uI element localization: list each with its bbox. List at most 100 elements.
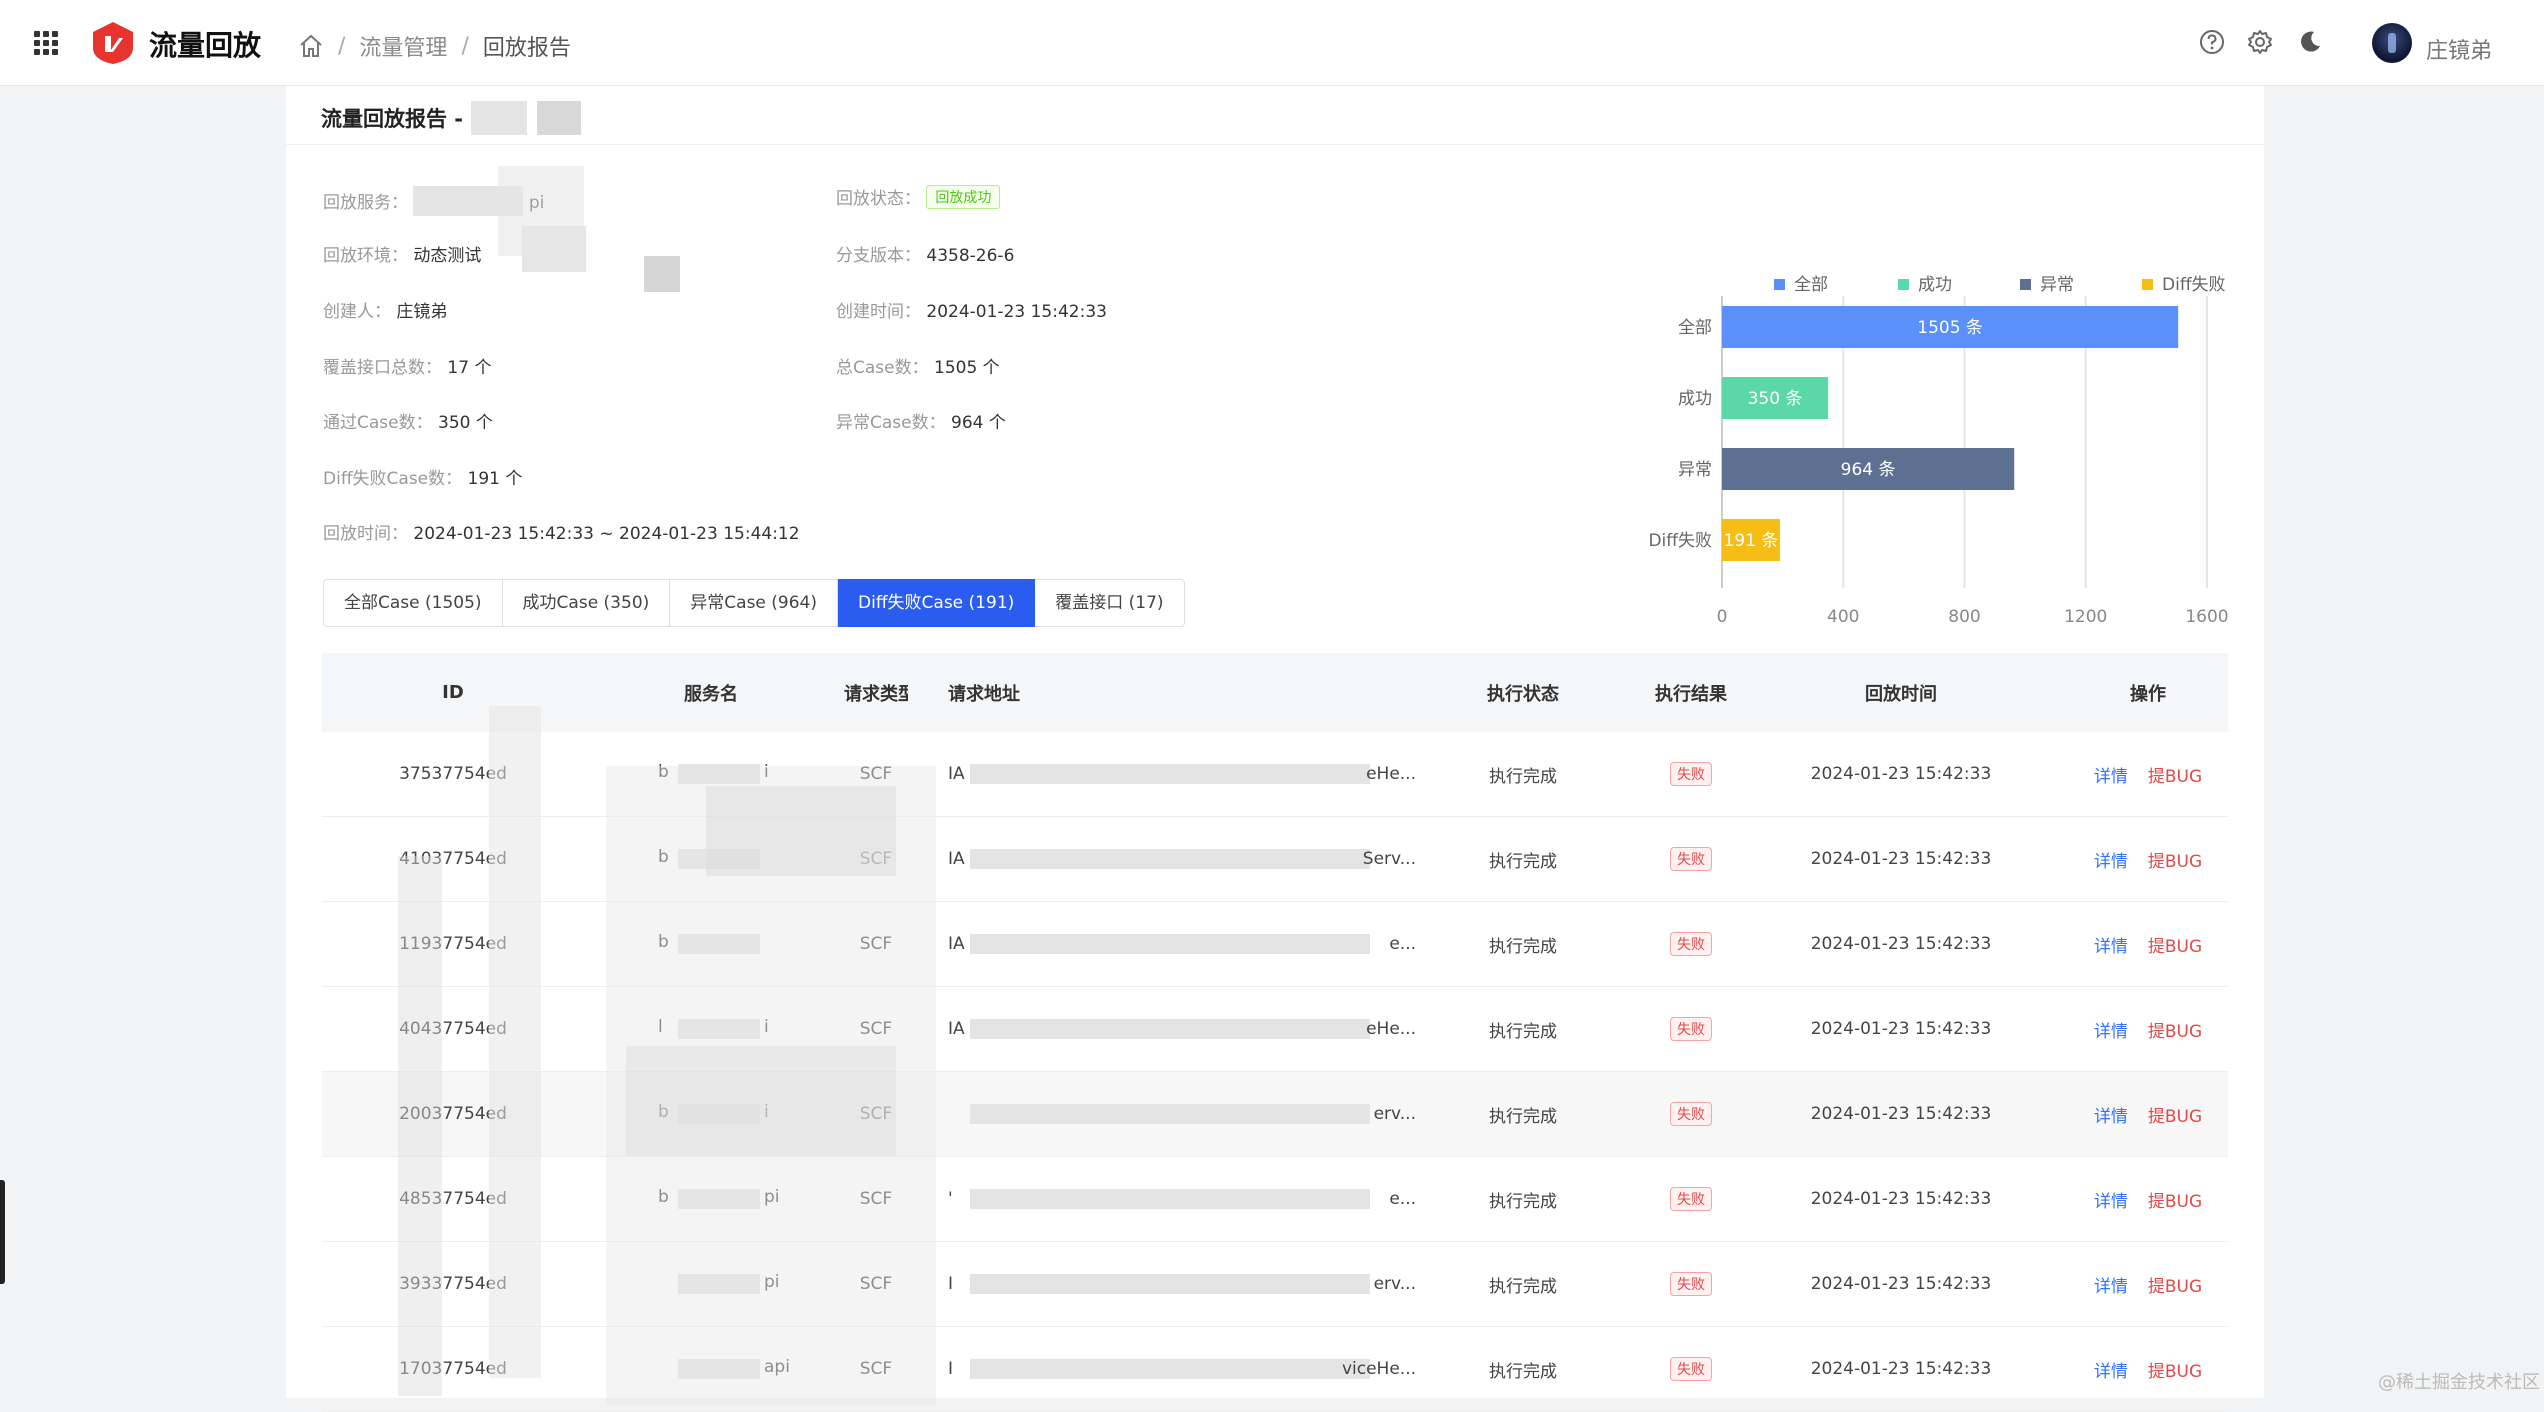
info-error-case: 异常Case数： 964 个 <box>836 408 1006 433</box>
detail-link[interactable]: 详情 <box>2094 1022 2128 1042</box>
tab-diff-fail-case[interactable]: Diff失败Case (191) <box>838 579 1036 627</box>
info-label: 创建人： <box>323 302 391 322</box>
cell-id: 41037754ed <box>399 849 507 869</box>
cell-actions: 详情 提BUG <box>2028 932 2268 957</box>
y-category-label: 异常 <box>1678 460 1712 480</box>
tab-error-case[interactable]: 异常Case (964) <box>670 579 839 627</box>
legend-swatch <box>1898 279 1909 290</box>
y-category-label: 全部 <box>1678 318 1712 338</box>
result-badge: 失败 <box>1670 1017 1712 1041</box>
info-label: Diff失败Case数： <box>323 469 463 489</box>
help-icon[interactable] <box>2198 28 2226 56</box>
cell-result: 失败 <box>1608 762 1774 786</box>
cell-address-text: I <box>948 1359 954 1379</box>
cell-result: 失败 <box>1608 1272 1774 1296</box>
info-value: 1505 个 <box>934 358 1000 378</box>
report-bug-link[interactable]: 提BUG <box>2148 1362 2202 1382</box>
detail-link[interactable]: 详情 <box>2094 937 2128 957</box>
cell-address-tail: e... <box>1389 1189 1416 1209</box>
legend-label: Diff失败 <box>2162 275 2226 295</box>
cell-time: 2024-01-23 15:42:33 <box>1810 1274 1992 1294</box>
tab-all-case[interactable]: 全部Case (1505) <box>323 579 503 627</box>
info-label: 回放服务： <box>323 193 408 213</box>
redacted-block <box>471 101 528 135</box>
cell-status: 执行完成 <box>1489 1191 1557 1212</box>
divider <box>286 144 2264 145</box>
bar-data-label: 191 条 <box>1724 531 1779 551</box>
info-value: 4358-26-6 <box>926 246 1015 266</box>
report-title: 流量回放报告 - <box>321 107 464 131</box>
cell-address-tail: erv... <box>1373 1274 1416 1294</box>
cell-address-tail: eHe... <box>1366 1019 1416 1039</box>
apps-grid-icon[interactable] <box>34 31 58 55</box>
info-label: 回放时间： <box>323 524 408 544</box>
report-bug-link[interactable]: 提BUG <box>2148 937 2202 957</box>
cell-address-text: ' <box>948 1189 953 1209</box>
cell-id: 20037754ed <box>399 1104 507 1124</box>
report-bug-link[interactable]: 提BUG <box>2148 1277 2202 1297</box>
cell-id: 40437754ed <box>399 1019 507 1039</box>
moon-icon[interactable] <box>2296 28 2324 56</box>
app-title[interactable]: 流量回放 <box>149 24 261 64</box>
report-bug-link[interactable]: 提BUG <box>2148 1192 2202 1212</box>
detail-link[interactable]: 详情 <box>2094 1362 2128 1382</box>
bar-data-label: 350 条 <box>1748 389 1803 409</box>
info-created-time: 创建时间： 2024-01-23 15:42:33 <box>836 297 1107 322</box>
cell-id: 11937754ed <box>399 934 507 954</box>
avatar[interactable] <box>2372 23 2412 63</box>
redacted-block <box>706 786 896 876</box>
redacted-block <box>970 1019 1370 1039</box>
report-bug-link[interactable]: 提BUG <box>2148 1107 2202 1127</box>
side-drawer-handle[interactable] <box>0 1180 5 1284</box>
info-label: 通过Case数： <box>323 413 433 433</box>
cell-status: 执行完成 <box>1489 851 1557 872</box>
cell-actions: 详情 提BUG <box>2028 1187 2268 1212</box>
breadcrumb-item-traffic-management[interactable]: 流量管理 <box>359 30 447 62</box>
app-logo[interactable] <box>89 20 137 66</box>
col-header-address: 请求地址 <box>948 683 1020 705</box>
info-label: 回放状态： <box>836 189 921 209</box>
cell-address: IA Serv... <box>948 849 1438 869</box>
summary-bar-chart: 全部 成功 异常 Diff失败0 400 800 1200 1600全部 1505 条成功 350… <box>1648 275 2228 626</box>
detail-link[interactable]: 详情 <box>2094 1277 2128 1297</box>
gear-icon[interactable] <box>2246 28 2274 56</box>
cell-time: 2024-01-23 15:42:33 <box>1810 1189 1992 1209</box>
info-value: 964 个 <box>951 413 1006 433</box>
detail-link[interactable]: 详情 <box>2094 1107 2128 1127</box>
x-tick-label: 1600 <box>2185 607 2228 626</box>
info-value: 庄镜弟 <box>396 302 448 322</box>
redacted-block <box>537 101 582 135</box>
cell-status: 执行完成 <box>1489 1361 1557 1382</box>
cell-actions: 详情 提BUG <box>2028 1102 2268 1127</box>
cell-time: 2024-01-23 15:42:33 <box>1810 849 1992 869</box>
result-badge: 失败 <box>1670 847 1712 871</box>
redacted-block <box>970 934 1370 954</box>
info-diff-case: Diff失败Case数： 191 个 <box>323 464 522 489</box>
cell-actions: 详情 提BUG <box>2028 847 2268 872</box>
report-bug-link[interactable]: 提BUG <box>2148 767 2202 787</box>
cell-address-text: IA <box>948 764 965 784</box>
detail-link[interactable]: 详情 <box>2094 852 2128 872</box>
info-label: 分支版本： <box>836 246 921 266</box>
result-badge: 失败 <box>1670 932 1712 956</box>
cell-result: 失败 <box>1608 1102 1774 1126</box>
cell-address: IA e... <box>948 934 1438 954</box>
home-icon[interactable] <box>298 33 324 59</box>
cell-address-text: I <box>948 1274 954 1294</box>
top-bar: 流量回放 / 流量管理 / 回放报告 庄镜弟 <box>0 0 2544 86</box>
col-header-status: 执行状态 <box>1487 683 1559 705</box>
info-label: 覆盖接口总数： <box>323 358 442 378</box>
user-name[interactable]: 庄镜弟 <box>2426 33 2492 65</box>
tab-covered-api[interactable]: 覆盖接口 (17) <box>1035 579 1185 627</box>
info-value: 350 个 <box>438 413 493 433</box>
report-bug-link[interactable]: 提BUG <box>2148 1022 2202 1042</box>
report-bug-link[interactable]: 提BUG <box>2148 852 2202 872</box>
detail-link[interactable]: 详情 <box>2094 767 2128 787</box>
cell-address-text: IA <box>948 849 965 869</box>
tab-success-case[interactable]: 成功Case (350) <box>502 579 671 627</box>
cell-address: IA eHe... <box>948 1019 1438 1039</box>
redacted-block <box>970 849 1370 869</box>
cell-address: Ierv... <box>948 1274 1438 1294</box>
report-card: 流量回放报告 - 回放服务： pi 回放环境： 动态测试 创建人： 庄镜弟 覆盖… <box>286 86 2264 1412</box>
detail-link[interactable]: 详情 <box>2094 1192 2128 1212</box>
